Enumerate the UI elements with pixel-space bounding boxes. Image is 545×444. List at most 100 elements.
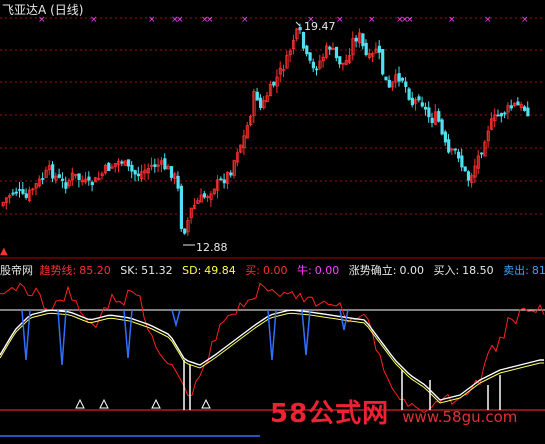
- candle-down: [11, 192, 15, 195]
- candle-down: [410, 97, 415, 106]
- candle-down: [407, 88, 411, 100]
- sell-marker: ×: [521, 15, 529, 25]
- candle-down: [361, 33, 365, 47]
- candle-down: [447, 139, 451, 153]
- candle-down: [57, 174, 61, 178]
- candle-down: [509, 105, 514, 109]
- candle-down: [423, 106, 428, 110]
- candle-down: [163, 158, 167, 170]
- candle-down: [77, 173, 81, 180]
- watermark-url: www.58gu.com: [402, 408, 518, 426]
- candle-down: [420, 102, 424, 107]
- signal-markers: × × × ×× ×× × × × × ××× × × ×: [38, 15, 529, 25]
- candle-down: [24, 193, 28, 198]
- candle-down: [387, 79, 391, 88]
- indicator-sell-out: 卖出:81.: [503, 264, 545, 277]
- candle-down: [499, 113, 504, 117]
- stock-suffix: A: [38, 3, 47, 17]
- candle-down: [176, 175, 180, 189]
- price-grid: [0, 17, 545, 437]
- low-price-label: 12.88: [196, 241, 228, 254]
- stock-name: 飞亚达: [2, 3, 39, 17]
- candle-down: [18, 189, 22, 191]
- candle-down: [305, 45, 309, 55]
- candle-down: [311, 61, 316, 69]
- candle-down: [503, 112, 507, 115]
- candle-down: [460, 155, 464, 168]
- indicator-sd: SD: 49.84: [182, 264, 236, 277]
- blue-signal-spike: [301, 309, 311, 356]
- candle-down: [397, 73, 401, 82]
- candlestick-series: [1, 21, 530, 246]
- candle-down: [258, 97, 263, 109]
- candle-down: [21, 189, 25, 194]
- candle-down: [179, 185, 183, 229]
- high-price-label: 19.47: [304, 20, 336, 33]
- candle-down: [523, 106, 527, 111]
- candle-down: [417, 96, 421, 101]
- high-arrow: [295, 21, 301, 27]
- indicator-trend: 趋势线: 85.20: [39, 264, 111, 277]
- candle-down: [61, 178, 65, 181]
- candle-down: [354, 37, 358, 42]
- watermark-logo: 58公式网: [270, 399, 390, 429]
- candle-down: [64, 182, 68, 189]
- candle-down: [463, 166, 467, 172]
- sell-marker: ×: [206, 15, 214, 25]
- candle-down: [381, 48, 385, 75]
- candle-down: [430, 117, 434, 123]
- candle-down: [526, 107, 530, 117]
- candle-down: [229, 172, 233, 176]
- candle-down: [133, 170, 137, 175]
- indicator-bar: 股帝网 趋势线: 85.20 SK: 51.32 SD: 49.84 买: 0.00 牛…: [0, 262, 545, 278]
- candle-down: [120, 161, 124, 164]
- candle-down: [404, 81, 408, 87]
- sell-marker: ×: [448, 15, 456, 25]
- candle-down: [308, 52, 312, 61]
- sell-marker: ×: [176, 15, 184, 25]
- candle-down: [384, 76, 388, 81]
- indicator-rise-confirmed: 涨势确立: 0.00: [348, 264, 424, 277]
- candle-down: [298, 27, 302, 31]
- indicator-buy: 买: 0.00: [245, 264, 288, 277]
- candle-down: [466, 171, 471, 181]
- candle-down: [136, 173, 141, 177]
- candle-down: [51, 164, 55, 179]
- buy-triangle-marker: [75, 398, 85, 409]
- period-label: (日线): [50, 3, 84, 17]
- candle-down: [453, 148, 457, 151]
- buy-triangle-marker: [201, 398, 211, 409]
- blue-signal-spike: [171, 309, 181, 328]
- candle-down: [130, 164, 134, 172]
- candle-down: [183, 228, 187, 234]
- candle-down: [315, 68, 319, 71]
- blue-signal-spike: [57, 309, 67, 366]
- candle-down: [153, 164, 157, 167]
- candle-down: [87, 176, 91, 181]
- candle-down: [328, 46, 332, 50]
- candle-down: [222, 179, 226, 184]
- candle-down: [338, 56, 342, 65]
- candle-down: [456, 151, 461, 159]
- price-chart-canvas[interactable]: × × × ×× ×× × × × × ××× × × ×: [0, 0, 545, 444]
- sell-marker: ×: [90, 15, 98, 25]
- candle-down: [334, 46, 339, 59]
- candle-down: [255, 91, 259, 101]
- candle-down: [272, 81, 276, 86]
- candle-down: [364, 42, 368, 56]
- sell-marker: ×: [148, 15, 156, 25]
- watermark: 58公式网 www.58gu.com: [270, 393, 517, 430]
- sell-marker: ×: [336, 15, 344, 25]
- candle-down: [14, 191, 18, 194]
- chart-title: 飞亚达A (日线): [2, 1, 83, 18]
- sell-marker: ×: [406, 15, 414, 25]
- indicator-buy-in: 买入: 18.50: [433, 264, 494, 277]
- candle-down: [202, 193, 207, 198]
- candle-down: [400, 77, 405, 81]
- candle-down: [377, 45, 382, 53]
- candle-down: [169, 166, 174, 178]
- candle-down: [301, 31, 306, 49]
- candle-down: [107, 162, 111, 172]
- candle-down: [516, 101, 520, 106]
- indicator-left-marker: ▲: [0, 246, 8, 257]
